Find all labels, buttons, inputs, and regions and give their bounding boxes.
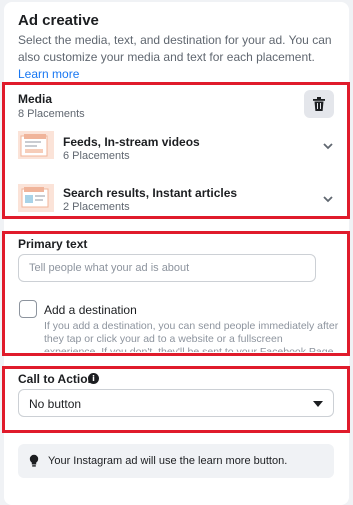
notice-text: Your Instagram ad will use the learn mor… <box>48 455 288 467</box>
lightbulb-icon <box>29 454 39 467</box>
media-highlight-box <box>2 82 350 219</box>
learn-more-link[interactable]: Learn more <box>18 67 79 81</box>
primary-text-highlight-box <box>2 231 350 356</box>
section-description: Select the media, text, and destination … <box>18 32 336 83</box>
description-text: Select the media, text, and destination … <box>18 33 332 64</box>
section-title: Ad creative <box>18 12 99 29</box>
call-to-action-highlight-box <box>2 366 350 433</box>
instagram-notice: Your Instagram ad will use the learn mor… <box>18 444 334 478</box>
